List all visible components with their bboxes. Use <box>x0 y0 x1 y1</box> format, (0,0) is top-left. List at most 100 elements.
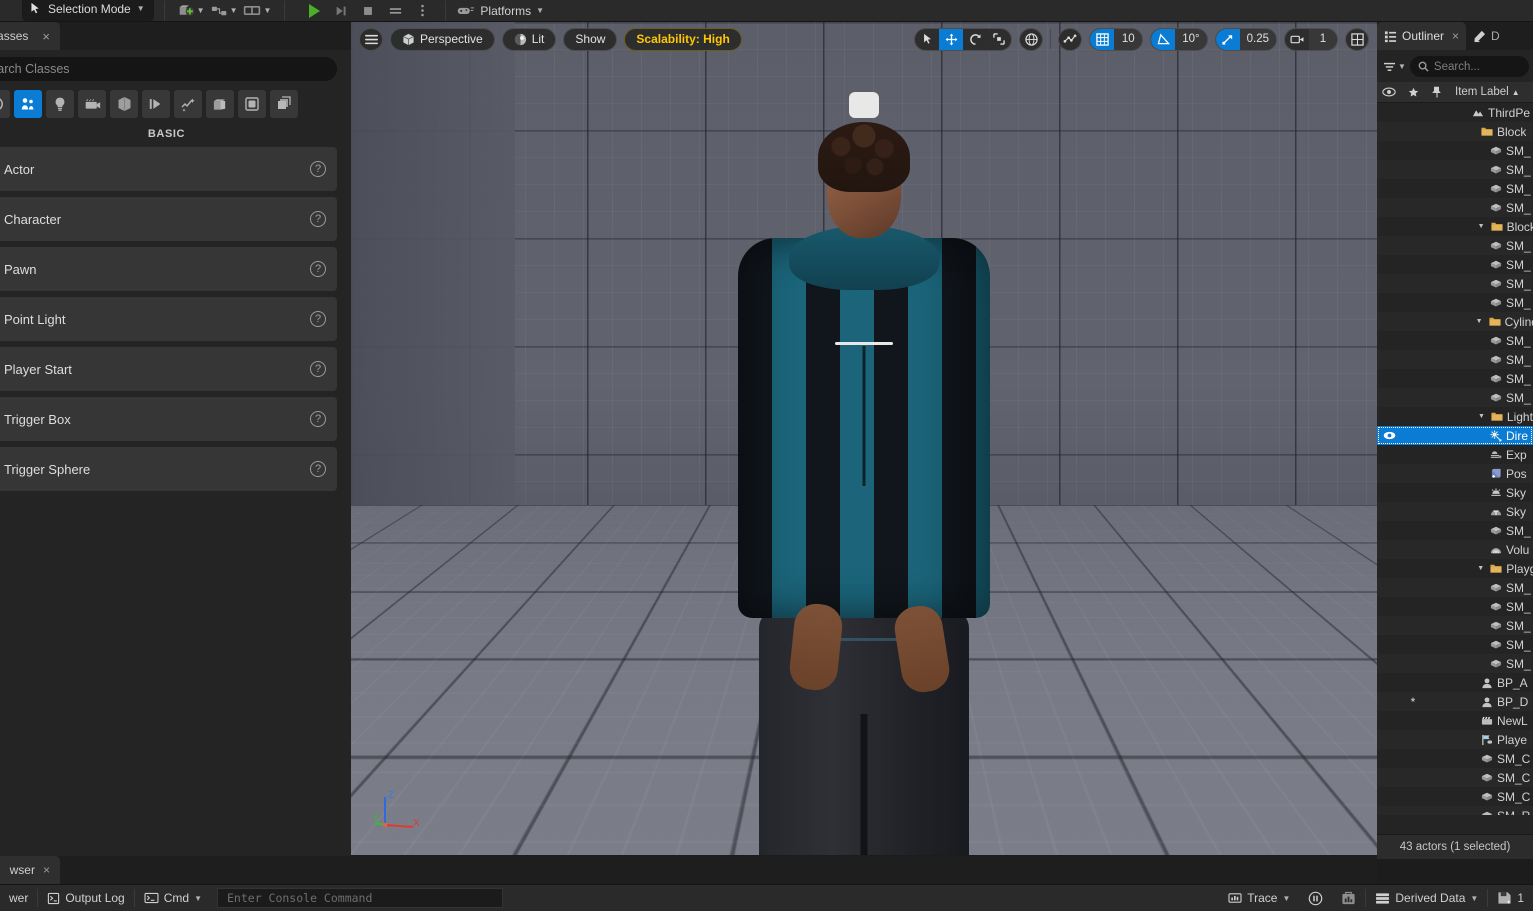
select-tool-button[interactable] <box>915 29 939 50</box>
close-icon[interactable]: × <box>1452 29 1459 43</box>
help-icon[interactable]: ? <box>310 361 326 377</box>
stats-button[interactable] <box>1332 885 1365 911</box>
outliner-row[interactable]: BP_A <box>1377 673 1533 692</box>
camera-speed-value[interactable]: 1 <box>1309 28 1337 50</box>
eye-icon[interactable] <box>1377 87 1401 97</box>
console-command-input[interactable]: Enter Console Command <box>217 888 503 908</box>
trace-dropdown[interactable]: Trace ▼ <box>1219 885 1299 911</box>
level-viewport[interactable]: Perspective Lit Show Scalability: High 1… <box>351 22 1377 855</box>
category-recently-placed[interactable] <box>0 90 10 118</box>
outliner-row[interactable]: SM_ <box>1377 597 1533 616</box>
translate-tool-button[interactable] <box>939 28 964 50</box>
tab-classes[interactable]: Classes × <box>0 22 60 50</box>
derived-data-dropdown[interactable]: Derived Data ▼ <box>1366 885 1487 911</box>
pin-icon[interactable] <box>1425 86 1449 98</box>
category-geometry[interactable] <box>110 90 138 118</box>
outliner-row[interactable]: ▼ Playg <box>1377 559 1533 578</box>
tab-content-browser[interactable]: wser × <box>0 856 60 884</box>
outliner-row[interactable]: SM_ <box>1377 293 1533 312</box>
category-lights[interactable] <box>46 90 74 118</box>
help-icon[interactable]: ? <box>310 411 326 427</box>
scale-snap-toggle[interactable] <box>1215 28 1240 50</box>
tab-outliner[interactable]: Outliner × <box>1377 22 1467 50</box>
play-button[interactable] <box>301 0 327 22</box>
category-volumes[interactable] <box>174 90 202 118</box>
grid-snap-value[interactable]: 10 <box>1114 28 1143 50</box>
outliner-row[interactable]: SM_ <box>1377 635 1533 654</box>
star-icon[interactable] <box>1401 87 1425 98</box>
scale-snap-value[interactable]: 0.25 <box>1239 28 1276 50</box>
outliner-row[interactable]: Volu <box>1377 540 1533 559</box>
help-icon[interactable]: ? <box>310 461 326 477</box>
tab-details[interactable]: D <box>1466 22 1507 50</box>
category-basic[interactable] <box>14 90 42 118</box>
help-icon[interactable]: ? <box>310 311 326 327</box>
source-control-button[interactable]: 1 <box>1488 885 1533 911</box>
view-mode-dropdown[interactable]: Lit <box>501 27 557 51</box>
list-item[interactable]: Trigger Box ? <box>0 397 337 441</box>
row-visibility-icon[interactable] <box>1377 431 1401 440</box>
outliner-row[interactable]: Dire <box>1377 426 1533 445</box>
performance-button[interactable] <box>1299 885 1332 911</box>
outliner-row[interactable]: SM_C <box>1377 749 1533 768</box>
outliner-row[interactable]: SM_C <box>1377 768 1533 787</box>
row-favorite-icon[interactable]: * <box>1401 695 1425 709</box>
content-drawer-button[interactable]: wer <box>0 885 37 911</box>
outliner-row[interactable]: SM_ <box>1377 369 1533 388</box>
close-icon[interactable]: × <box>43 863 50 877</box>
outliner-row[interactable]: Pos <box>1377 464 1533 483</box>
category-shapes[interactable] <box>206 90 234 118</box>
platforms-dropdown[interactable]: Platforms ▼ <box>456 4 544 18</box>
outliner-row[interactable]: SM_ <box>1377 388 1533 407</box>
scale-tool-button[interactable] <box>987 29 1011 50</box>
outliner-row[interactable]: Sky <box>1377 502 1533 521</box>
outliner-row[interactable]: Block <box>1377 122 1533 141</box>
viewport-menu-button[interactable] <box>359 27 383 51</box>
rotate-tool-button[interactable] <box>963 29 987 50</box>
outliner-row[interactable]: NewL <box>1377 711 1533 730</box>
item-label-column[interactable]: Item Label ▲ <box>1449 86 1520 98</box>
outliner-row[interactable]: SM_ <box>1377 654 1533 673</box>
help-icon[interactable]: ? <box>310 161 326 177</box>
search-classes-input[interactable]: Search Classes <box>0 57 337 81</box>
cmd-dropdown[interactable]: Cmd ▼ <box>135 885 211 911</box>
outliner-row[interactable]: SM_ <box>1377 274 1533 293</box>
outliner-row[interactable]: SM_ <box>1377 236 1533 255</box>
viewport-layout-button[interactable] <box>1345 27 1369 51</box>
category-extra[interactable] <box>270 90 298 118</box>
grid-snap-toggle[interactable] <box>1090 28 1115 50</box>
list-item[interactable]: Trigger Sphere ? <box>0 447 337 491</box>
outliner-row[interactable]: ▼ Block <box>1377 217 1533 236</box>
outliner-row[interactable]: * BP_D <box>1377 692 1533 711</box>
outliner-row[interactable]: SM_ <box>1377 521 1533 540</box>
list-item[interactable]: Character ? <box>0 197 337 241</box>
outliner-tree[interactable]: ThirdPe Block SM_ SM_ SM_ SM_ ▼ Block SM_ SM_ SM_ S… <box>1377 103 1533 815</box>
outliner-row[interactable]: SM_ <box>1377 160 1533 179</box>
output-log-button[interactable]: Output Log <box>38 885 133 911</box>
outliner-row[interactable]: SM_ <box>1377 198 1533 217</box>
perspective-dropdown[interactable]: Perspective <box>390 27 495 51</box>
selection-mode-dropdown[interactable]: Selection Mode ▼ <box>22 0 154 21</box>
angle-snap-value[interactable]: 10° <box>1175 28 1207 50</box>
outliner-row[interactable]: ▼ Lighti <box>1377 407 1533 426</box>
help-icon[interactable]: ? <box>310 261 326 277</box>
more-options-button[interactable] <box>409 0 435 22</box>
outliner-row[interactable]: ▼Cylind <box>1377 312 1533 331</box>
outliner-row[interactable]: ThirdPe <box>1377 103 1533 122</box>
outliner-row[interactable]: SM_ <box>1377 350 1533 369</box>
cinematics-button[interactable]: ▼ <box>240 0 274 22</box>
list-item[interactable]: Player Start ? <box>0 347 337 391</box>
skip-button[interactable] <box>328 0 354 22</box>
scalability-badge[interactable]: Scalability: High <box>624 27 742 51</box>
close-icon[interactable]: × <box>42 29 50 44</box>
outliner-row[interactable]: SM_C <box>1377 787 1533 806</box>
category-all-classes[interactable] <box>238 90 266 118</box>
add-actor-button[interactable]: ▼ <box>175 0 208 22</box>
outliner-row[interactable]: Playe <box>1377 730 1533 749</box>
category-cinematic[interactable] <box>78 90 106 118</box>
surface-snap-button[interactable] <box>1058 27 1083 51</box>
list-item[interactable]: Pawn ? <box>0 247 337 291</box>
outliner-row[interactable]: SM_ <box>1377 578 1533 597</box>
outliner-row[interactable]: SM_ <box>1377 255 1533 274</box>
outliner-row[interactable]: Sky <box>1377 483 1533 502</box>
